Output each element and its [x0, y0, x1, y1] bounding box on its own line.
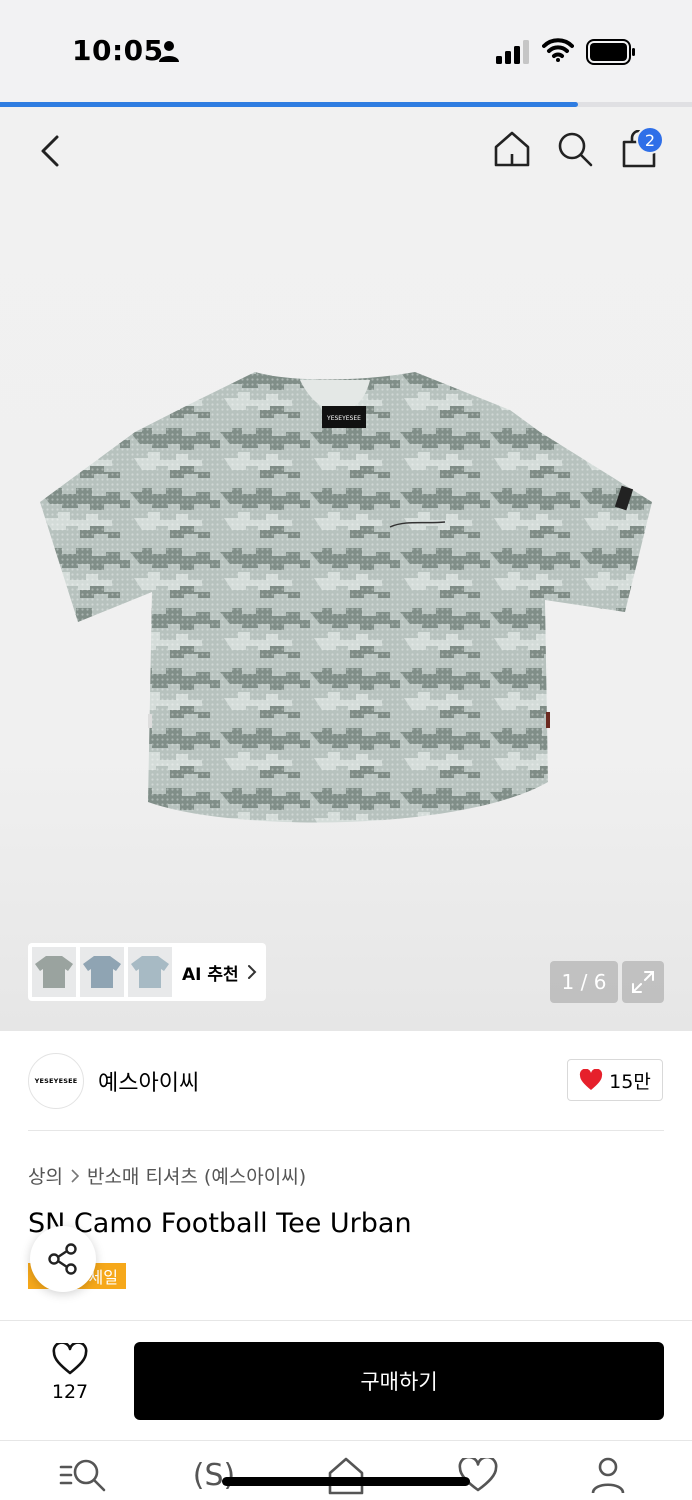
tab-likes[interactable] [454, 1453, 502, 1497]
share-icon [48, 1243, 77, 1275]
image-page-counter: 1 / 6 [550, 961, 618, 1003]
wishlist-count: 127 [51, 1381, 89, 1403]
heart-filled-icon [580, 1069, 603, 1090]
signal-icon [496, 40, 529, 64]
ai-recommendation[interactable]: AI 추천 [28, 943, 266, 1001]
user-icon [591, 1457, 625, 1494]
share-button[interactable] [30, 1226, 96, 1292]
chevron-right-icon [71, 1168, 79, 1183]
tshirt-thumb-icon [35, 956, 73, 988]
home-indicator [222, 1477, 470, 1486]
tab-my-page[interactable] [586, 1453, 630, 1497]
search-button[interactable] [553, 127, 597, 171]
heart-outline-icon [458, 1458, 498, 1492]
tab-snap[interactable]: (S) [186, 1453, 242, 1497]
home-icon [494, 131, 530, 167]
battery-icon [586, 39, 635, 65]
product-image[interactable]: YESEYESEE [40, 362, 652, 832]
back-button[interactable] [28, 129, 72, 173]
brand-row[interactable]: YESEYESEE 예스아이씨 15만 [0, 1031, 692, 1131]
status-time: 10:05 [72, 34, 164, 67]
search-icon [558, 132, 593, 167]
ai-thumbnail[interactable] [128, 947, 172, 997]
brand-like-button[interactable]: 15만 [567, 1059, 663, 1101]
buy-button[interactable]: 구매하기 [134, 1342, 664, 1420]
product-gallery[interactable]: YESEYESEE AI 추천 1 / 6 [0, 107, 692, 1031]
expand-icon [632, 971, 654, 993]
chevron-right-icon [247, 965, 257, 979]
breadcrumb-subcategory[interactable]: 반소매 티셔츠 (예스아이씨) [87, 1162, 306, 1189]
status-bar: 10:05 [0, 0, 692, 102]
heart-outline-icon [52, 1343, 88, 1375]
breadcrumb: 상의 반소매 티셔츠 (예스아이씨) [28, 1162, 306, 1189]
brand-like-count: 15만 [609, 1070, 651, 1093]
tshirt-thumb-icon [83, 956, 121, 988]
brand-logo[interactable]: YESEYESEE [28, 1053, 84, 1109]
home-icon [328, 1457, 364, 1495]
ai-recommendation-label: AI 추천 [182, 964, 239, 985]
wifi-icon [542, 38, 574, 62]
person-icon [159, 41, 179, 62]
tab-home[interactable] [322, 1453, 370, 1497]
home-button[interactable] [490, 127, 534, 171]
chevron-left-icon [41, 135, 59, 167]
tshirt-thumb-icon [131, 956, 169, 988]
purchase-bar: 127 구매하기 [0, 1320, 692, 1440]
brand-name[interactable]: 예스아이씨 [98, 1065, 199, 1097]
category-search-icon [59, 1459, 106, 1492]
tab-category-search[interactable] [56, 1453, 108, 1497]
wishlist-button[interactable]: 127 [30, 1343, 110, 1423]
shirt-label-logo: YESEYESEE [326, 415, 361, 422]
expand-button[interactable] [622, 961, 664, 1003]
ai-thumbnail[interactable] [80, 947, 124, 997]
breadcrumb-category[interactable]: 상의 [28, 1162, 63, 1189]
divider [28, 1130, 664, 1131]
ai-thumbnail[interactable] [32, 947, 76, 997]
bottom-tab-bar: (S) [0, 1440, 692, 1500]
cart-count-badge: 2 [636, 126, 664, 154]
